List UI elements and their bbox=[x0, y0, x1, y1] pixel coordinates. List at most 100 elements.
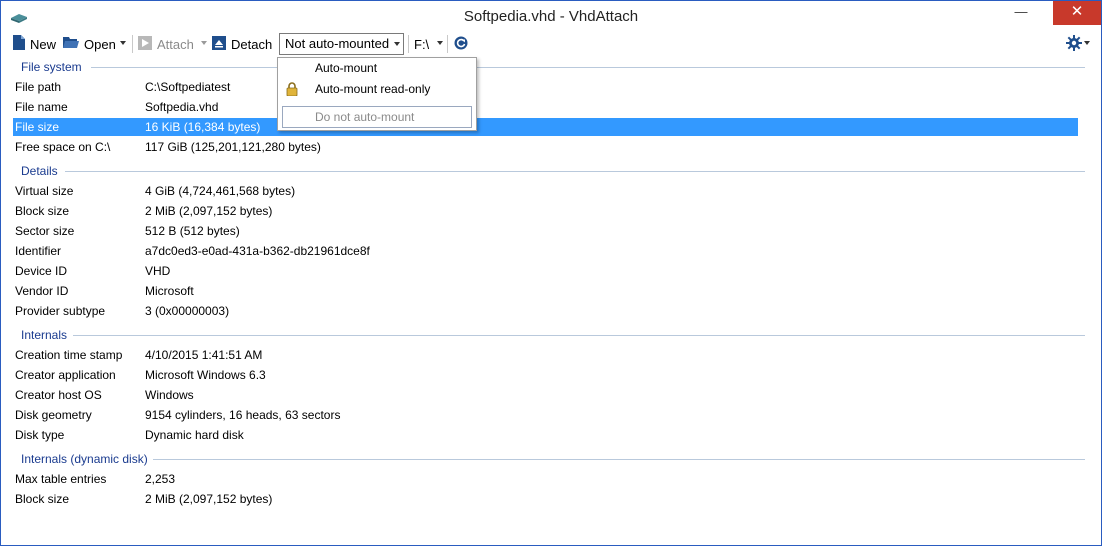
toolbar-separator bbox=[408, 35, 409, 53]
menu-item-label: Auto-mount read-only bbox=[315, 82, 431, 96]
section-header: Internals (dynamic disk) bbox=[21, 452, 148, 466]
row-label: Virtual size bbox=[15, 184, 74, 198]
refresh-icon bbox=[454, 36, 468, 53]
table-row[interactable]: Disk geometry 9154 cylinders, 16 heads, 6… bbox=[13, 406, 1078, 424]
table-row[interactable]: File path C:\Softpediatest bbox=[13, 78, 1078, 96]
settings-button[interactable] bbox=[1066, 32, 1082, 56]
table-row[interactable]: Virtual size 4 GiB (4,724,461,568 bytes) bbox=[13, 182, 1078, 200]
row-value: Dynamic hard disk bbox=[145, 428, 244, 442]
table-row[interactable]: Max table entries 2,253 bbox=[13, 470, 1078, 488]
table-row[interactable]: Free space on C:\ 117 GiB (125,201,121,28… bbox=[13, 138, 1078, 156]
row-label: Identifier bbox=[15, 244, 62, 258]
close-button[interactable]: ✕ bbox=[1053, 1, 1101, 25]
toolbar-separator bbox=[132, 35, 133, 53]
drive-selector[interactable]: F:\ bbox=[414, 32, 429, 56]
row-label: File name bbox=[15, 100, 68, 114]
new-label: New bbox=[30, 36, 57, 52]
automount-dropdown-menu: Auto-mount Auto-mount read-only Do not a… bbox=[277, 57, 477, 131]
row-value: Microsoft Windows 6.3 bbox=[145, 368, 266, 382]
menu-item-label: Auto-mount bbox=[315, 61, 378, 75]
table-row[interactable]: Block size 2 MiB (2,097,152 bytes) bbox=[13, 202, 1078, 220]
section-header: Internals bbox=[21, 328, 68, 342]
row-label: Free space on C:\ bbox=[15, 140, 111, 154]
section-divider bbox=[73, 335, 1085, 336]
row-label: Disk geometry bbox=[15, 408, 92, 422]
detach-button[interactable]: Detach bbox=[212, 32, 272, 56]
open-button[interactable]: Open bbox=[63, 32, 116, 56]
row-value: 4/10/2015 1:41:51 AM bbox=[145, 348, 263, 362]
refresh-button[interactable] bbox=[454, 32, 468, 56]
row-value: 2 MiB (2,097,152 bytes) bbox=[145, 204, 273, 218]
table-row[interactable]: Creation time stamp 4/10/2015 1:41:51 AM bbox=[13, 346, 1078, 364]
row-value: a7dc0ed3-e0ad-431a-b362-db21961dce8f bbox=[145, 244, 370, 258]
automount-combo[interactable]: Not auto-mounted bbox=[279, 33, 404, 55]
table-row[interactable]: File name Softpedia.vhd bbox=[13, 98, 1078, 116]
menu-item-label: Do not auto-mount bbox=[315, 110, 415, 124]
attach-dropdown-arrow[interactable] bbox=[201, 41, 207, 45]
menu-item-auto-mount-read-only[interactable]: Auto-mount read-only bbox=[278, 79, 474, 99]
app-window: Softpedia.vhd - VhdAttach — ✕ New Open A… bbox=[0, 0, 1102, 546]
row-label: Creator host OS bbox=[15, 388, 102, 402]
table-row[interactable]: Disk type Dynamic hard disk bbox=[13, 426, 1078, 444]
row-value: VHD bbox=[145, 264, 171, 278]
lock-icon bbox=[286, 82, 298, 102]
row-label: Sector size bbox=[15, 224, 75, 238]
table-row[interactable]: Provider subtype 3 (0x00000003) bbox=[13, 302, 1078, 320]
table-row[interactable]: Identifier a7dc0ed3-e0ad-431a-b362-db2196… bbox=[13, 242, 1078, 260]
row-label: Device ID bbox=[15, 264, 68, 278]
table-row-selected[interactable]: File size 16 KiB (16,384 bytes) bbox=[13, 118, 1078, 136]
open-dropdown-arrow[interactable] bbox=[120, 41, 126, 45]
row-label: Block size bbox=[15, 204, 70, 218]
drive-dropdown-arrow[interactable] bbox=[437, 41, 443, 45]
drive-selector-value: F:\ bbox=[414, 36, 430, 52]
row-label: Disk type bbox=[15, 428, 65, 442]
row-value: 3 (0x00000003) bbox=[145, 304, 230, 318]
row-label: File size bbox=[15, 120, 60, 134]
attach-label: Attach bbox=[157, 36, 194, 52]
section-divider bbox=[65, 171, 1085, 172]
detach-icon bbox=[212, 35, 226, 53]
row-value: 512 B (512 bytes) bbox=[145, 224, 240, 238]
new-document-icon bbox=[13, 35, 25, 53]
chevron-down-icon bbox=[394, 42, 400, 46]
table-row[interactable]: Block size 2 MiB (2,097,152 bytes) bbox=[13, 490, 1078, 508]
menu-item-auto-mount[interactable]: Auto-mount bbox=[278, 58, 474, 78]
row-label: Vendor ID bbox=[15, 284, 69, 298]
table-row[interactable]: Creator application Microsoft Windows 6.3 bbox=[13, 366, 1078, 384]
table-row[interactable]: Sector size 512 B (512 bytes) bbox=[13, 222, 1078, 240]
row-label: File path bbox=[15, 80, 62, 94]
settings-dropdown-arrow[interactable] bbox=[1084, 41, 1090, 45]
title-bar[interactable]: Softpedia.vhd - VhdAttach — ✕ bbox=[1, 1, 1101, 32]
toolbar: New Open Attach Detach Not auto-mounted bbox=[9, 32, 1095, 56]
row-value: C:\Softpediatest bbox=[145, 80, 231, 94]
row-value: 117 GiB (125,201,121,280 bytes) bbox=[145, 140, 321, 154]
table-row[interactable]: Device ID VHD bbox=[13, 262, 1078, 280]
row-value: 2,253 bbox=[145, 472, 176, 486]
row-value: 16 KiB (16,384 bytes) bbox=[145, 120, 261, 134]
row-label: Creation time stamp bbox=[15, 348, 123, 362]
properties-list: File system File path C:\Softpediatest Fi… bbox=[9, 57, 1095, 539]
window-title: Softpedia.vhd - VhdAttach bbox=[463, 8, 639, 25]
section-divider bbox=[153, 459, 1085, 460]
row-value: 4 GiB (4,724,461,568 bytes) bbox=[145, 184, 296, 198]
row-value: Softpedia.vhd bbox=[145, 100, 219, 114]
section-header: File system bbox=[21, 60, 82, 74]
row-label: Provider subtype bbox=[15, 304, 106, 318]
open-label: Open bbox=[84, 36, 116, 52]
row-value: Microsoft bbox=[145, 284, 194, 298]
row-value: 9154 cylinders, 16 heads, 63 sectors bbox=[145, 408, 341, 422]
table-row[interactable]: Vendor ID Microsoft bbox=[13, 282, 1078, 300]
menu-item-do-not-auto-mount[interactable]: Do not auto-mount bbox=[282, 106, 472, 128]
detach-label: Detach bbox=[231, 36, 273, 52]
row-value: 2 MiB (2,097,152 bytes) bbox=[145, 492, 273, 506]
open-folder-icon bbox=[63, 36, 79, 52]
table-row[interactable]: Creator host OS Windows bbox=[13, 386, 1078, 404]
row-label: Creator application bbox=[15, 368, 116, 382]
automount-combo-value: Not auto-mounted bbox=[285, 36, 390, 51]
new-button[interactable]: New bbox=[13, 32, 56, 56]
section-divider bbox=[91, 67, 1085, 68]
minimize-button[interactable]: — bbox=[1005, 1, 1037, 25]
gear-icon bbox=[1066, 34, 1082, 54]
attach-button[interactable]: Attach bbox=[138, 32, 194, 56]
attach-icon bbox=[138, 35, 152, 53]
